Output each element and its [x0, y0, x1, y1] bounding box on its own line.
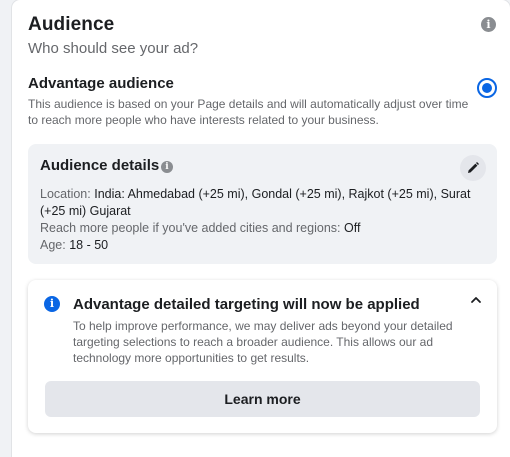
detailed-targeting-notice: i Advantage detailed targeting will now … [28, 280, 497, 433]
notice-body: To help improve performance, we may deli… [73, 319, 453, 365]
notice-title: Advantage detailed targeting will now be… [73, 296, 420, 313]
info-icon[interactable]: i [161, 161, 173, 173]
advantage-audience-description: This audience is based on your Page deta… [28, 97, 469, 127]
section-subtitle: Who should see your ad? [28, 40, 199, 57]
reach-row: Reach more people if you've added cities… [40, 220, 490, 237]
audience-details-title: Audience details [40, 157, 160, 174]
location-value: India: Ahmedabad (+25 mi), Gondal (+25 m… [40, 187, 471, 218]
location-label: Location: [40, 187, 91, 201]
learn-more-button[interactable]: Learn more [45, 381, 480, 417]
age-label: Age: [40, 238, 66, 252]
info-icon[interactable]: i [481, 17, 496, 32]
reach-value: Off [343, 221, 361, 235]
chevron-up-icon[interactable] [469, 293, 483, 307]
edit-audience-button[interactable] [460, 155, 486, 181]
reach-label: Reach more people if you've added cities… [40, 221, 341, 235]
section-title: Audience [28, 14, 115, 35]
audience-details-list: Location: India: Ahmedabad (+25 mi), Gon… [40, 186, 490, 254]
age-value: 18 - 50 [69, 238, 109, 252]
advantage-audience-title: Advantage audience [28, 75, 174, 92]
audience-screen: Audience Who should see your ad? i Advan… [0, 0, 510, 457]
audience-details-card: Audience details i Location: India: Ahme… [28, 144, 497, 264]
age-row: Age: 18 - 50 [40, 237, 490, 254]
location-row: Location: India: Ahmedabad (+25 mi), Gon… [40, 186, 490, 220]
info-icon: i [44, 296, 60, 312]
advantage-audience-radio[interactable] [477, 78, 497, 98]
pencil-icon [468, 162, 479, 173]
